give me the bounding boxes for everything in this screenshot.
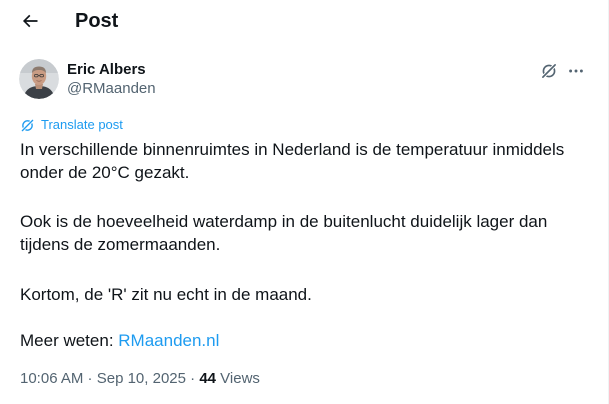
meta-separator: · bbox=[83, 370, 97, 387]
grok-icon bbox=[541, 63, 557, 79]
views-label: Views bbox=[216, 370, 260, 387]
user-avatar-photo bbox=[19, 59, 59, 99]
back-button[interactable] bbox=[16, 7, 44, 35]
page-title: Post bbox=[75, 10, 119, 32]
post-time[interactable]: 10:06 AM bbox=[20, 370, 83, 387]
post-paragraph-3: Kortom, de 'R' zit nu echt in de maand. bbox=[20, 285, 312, 304]
post-paragraph-4: Meer weten: RMaanden.nl bbox=[20, 329, 590, 352]
avatar[interactable] bbox=[19, 59, 59, 99]
author-name[interactable]: Eric Albers bbox=[67, 61, 146, 79]
author-handle[interactable]: @RMaanden bbox=[67, 80, 156, 98]
translate-label: Translate post bbox=[41, 117, 123, 132]
more-info-prefix: Meer weten: bbox=[20, 331, 119, 350]
meta-separator: · bbox=[185, 370, 200, 387]
post-meta: 10:06 AM · Sep 10, 2025 · 44 Views bbox=[20, 369, 260, 389]
page-header: Post bbox=[0, 0, 609, 42]
website-link[interactable]: RMaanden.nl bbox=[118, 331, 219, 350]
views-count[interactable]: 44 bbox=[199, 370, 216, 387]
translate-icon bbox=[21, 118, 34, 132]
grok-button[interactable] bbox=[538, 60, 560, 82]
more-horizontal-icon bbox=[569, 69, 583, 73]
arrow-left-icon bbox=[22, 14, 38, 28]
post-paragraph-1: In verschillende binnenruimtes in Nederl… bbox=[20, 140, 565, 182]
post-date[interactable]: Sep 10, 2025 bbox=[97, 370, 186, 387]
post-paragraph-2: Ook is de hoeveelheid waterdamp in de bu… bbox=[20, 212, 548, 254]
more-button[interactable] bbox=[565, 60, 587, 82]
translate-post-link[interactable]: Translate post bbox=[20, 117, 123, 133]
